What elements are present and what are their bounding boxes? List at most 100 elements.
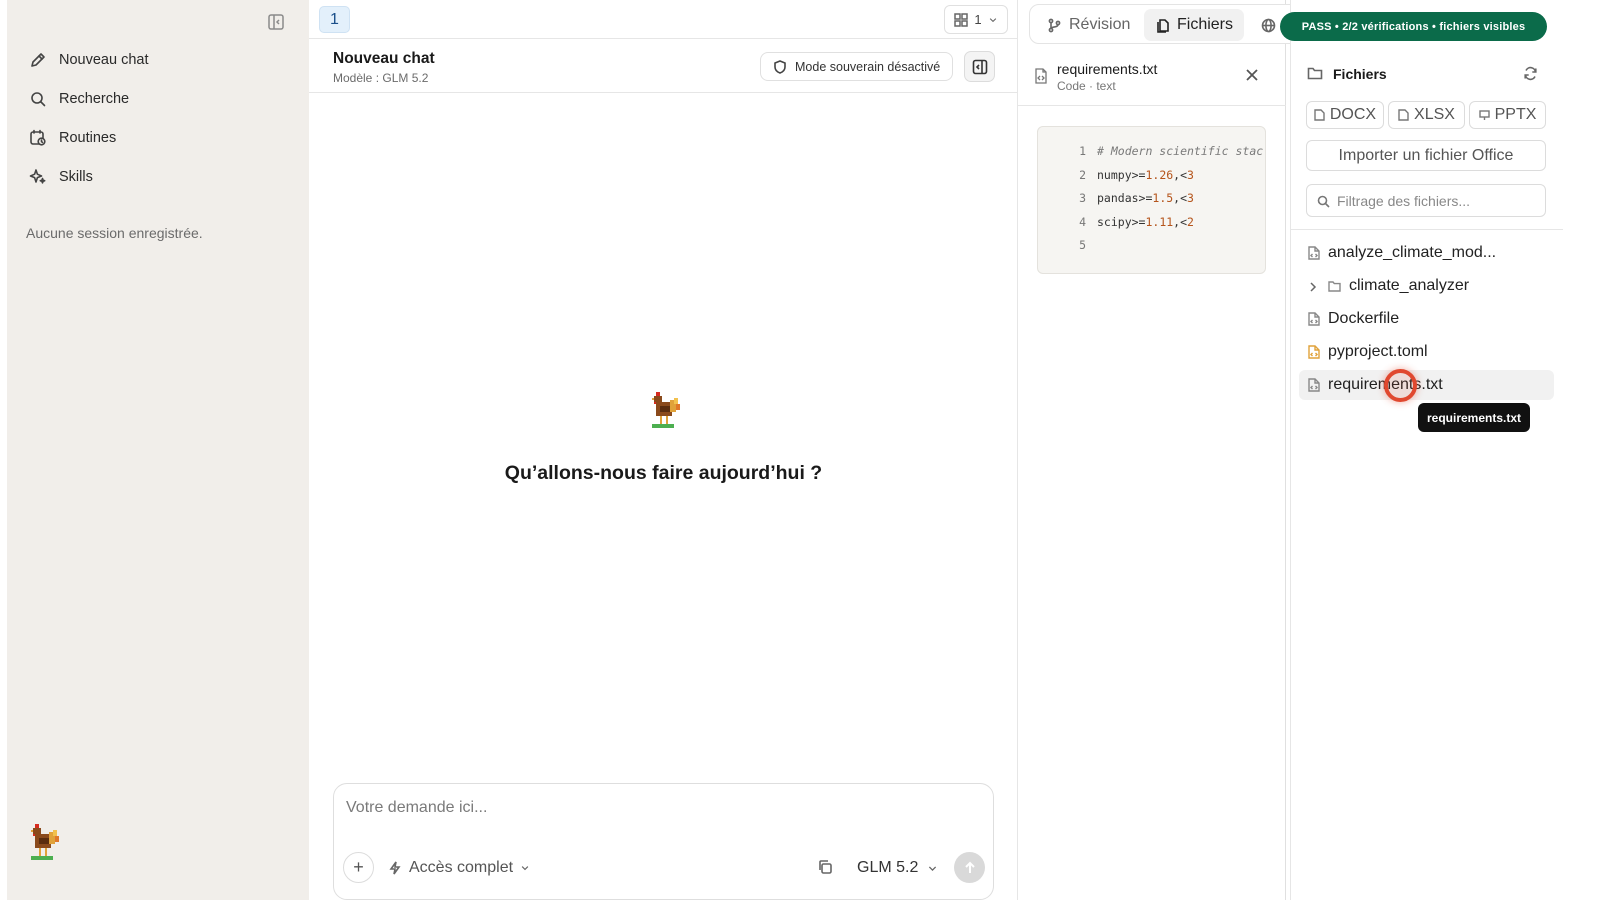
folder-icon (1328, 279, 1341, 293)
left-sidebar: Nouveau chat Recherche Routines Skills A… (7, 0, 309, 900)
sidebar-item-skills[interactable]: Skills (29, 162, 289, 192)
chevron-down-icon (989, 17, 996, 22)
tree-item-label: analyze_climate_mod... (1328, 244, 1497, 261)
chat-title: Nouveau chat (333, 50, 435, 67)
tree-item-label: pyproject.toml (1328, 343, 1428, 360)
files-title: Fichiers (1333, 66, 1387, 82)
refresh-icon[interactable] (1523, 66, 1538, 81)
chat-header: Nouveau chat Modèle : GLM 5.2 Mode souve… (309, 39, 1018, 93)
sidebar-item-search[interactable]: Recherche (29, 84, 289, 114)
line-number: 5 (1079, 238, 1086, 252)
format-label: XLSX (1414, 106, 1455, 123)
model-select-label: GLM 5.2 (857, 859, 919, 876)
code-file-icon (1034, 68, 1048, 84)
welcome-heading: Qu’allons-nous faire aujourd’hui ? (504, 462, 823, 484)
tree-file[interactable]: pyproject.toml (1299, 337, 1554, 367)
code-line: 5 (1038, 238, 1265, 258)
tree-folder[interactable]: climate_analyzer (1299, 271, 1554, 301)
format-label: DOCX (1329, 106, 1377, 123)
line-number: 4 (1079, 214, 1086, 229)
tree-file[interactable]: analyze_climate_mod... (1299, 238, 1554, 268)
layout-grid-select[interactable]: 1 (944, 5, 1008, 34)
sidebar-item-label: Recherche (59, 91, 130, 107)
code-line: 2 numpy>=1.26,<3 (1038, 167, 1265, 188)
empty-sessions-text: Aucune session enregistrée. (26, 225, 203, 241)
calendar-clock-icon (30, 129, 46, 146)
tab-label: Révision (1069, 16, 1131, 33)
line-number: 1 (1079, 144, 1086, 158)
import-office-file-button[interactable]: Importer un fichier Office (1306, 140, 1546, 171)
tab-files[interactable]: Fichiers (1144, 9, 1245, 41)
sidebar-item-label: Nouveau chat (59, 52, 149, 68)
rooster-logo-icon (644, 390, 684, 434)
globe-icon (1261, 18, 1276, 32)
sidebar-item-label: Routines (59, 130, 117, 146)
cursor-indicator (1384, 369, 1417, 402)
code-text: scipy>=1.11,<2 (1097, 214, 1194, 229)
file-filter (1306, 184, 1546, 217)
access-mode-select[interactable]: Accès complet (388, 856, 530, 880)
chat-model-line: Modèle : GLM 5.2 (333, 71, 429, 85)
sidebar-item-label: Skills (59, 169, 93, 185)
chat-tab-bar: 1 1 (309, 0, 1018, 39)
arrow-up-icon (964, 861, 975, 873)
file-icon (1308, 378, 1320, 392)
chevron-down-icon (521, 866, 529, 871)
document-icon (1314, 109, 1325, 121)
close-icon[interactable] (1246, 68, 1262, 84)
code-text: pandas>=1.5,<3 (1097, 191, 1194, 205)
line-number: 3 (1079, 191, 1086, 205)
files-icon (1157, 18, 1169, 33)
collapse-sidebar-icon[interactable] (267, 13, 285, 31)
send-button[interactable] (954, 852, 985, 883)
model-select[interactable]: GLM 5.2 (857, 856, 938, 880)
search-icon (1317, 195, 1330, 208)
code-line: 1 # Modern scientific stac (1038, 144, 1265, 164)
divider (1291, 229, 1563, 230)
file-filter-input[interactable] (1337, 192, 1537, 210)
tab-revision[interactable]: Révision (1036, 9, 1141, 41)
git-branch-icon (1048, 18, 1061, 32)
format-docx-button[interactable]: DOCX (1306, 101, 1384, 129)
presentation-icon (1478, 110, 1490, 120)
copy-icon[interactable] (817, 859, 833, 875)
status-badge: PASS • 2/2 vérifications • fichiers visi… (1280, 12, 1547, 41)
rooster-logo-icon[interactable] (23, 822, 63, 866)
file-tooltip: requirements.txt (1418, 403, 1531, 432)
pencil-icon (31, 53, 45, 67)
sovereign-mode-label: Mode souverain désactivé (795, 59, 941, 74)
format-label: PPTX (1494, 106, 1537, 123)
panel-icon (972, 59, 987, 74)
search-icon (31, 92, 46, 107)
format-pptx-button[interactable]: PPTX (1469, 101, 1546, 129)
line-number: 2 (1079, 167, 1086, 182)
tree-file[interactable]: Dockerfile (1299, 304, 1554, 334)
tree-item-label: climate_analyzer (1349, 277, 1470, 294)
grid-count: 1 (974, 12, 982, 27)
preview-file-name: requirements.txt (1057, 61, 1158, 77)
chat-tab-1[interactable]: 1 (319, 6, 350, 33)
toggle-side-panel-button[interactable] (964, 51, 995, 82)
document-icon (1398, 109, 1409, 121)
file-icon (1308, 345, 1320, 359)
sidebar-item-new-chat[interactable]: Nouveau chat (29, 45, 289, 75)
lightning-icon (389, 861, 401, 875)
files-panel: Fichiers DOCX XLSX PPTX Importer un fich… (1290, 0, 1563, 900)
file-preview-panel: requirements.txt Code · text 1 # Modern s… (1018, 0, 1286, 900)
format-xlsx-button[interactable]: XLSX (1388, 101, 1465, 129)
sparkle-icon (29, 169, 46, 184)
chevron-right-icon[interactable] (1308, 280, 1318, 292)
add-attachment-button[interactable]: + (343, 852, 374, 883)
code-viewer[interactable]: 1 # Modern scientific stac 2 numpy>=1.26,<3… (1037, 126, 1266, 274)
code-line: 3 pandas>=1.5,<3 (1038, 191, 1265, 211)
sovereign-mode-button[interactable]: Mode souverain désactivé (760, 52, 954, 81)
file-icon (1308, 246, 1320, 260)
preview-file-meta: Code · text (1057, 79, 1116, 93)
file-icon (1308, 312, 1320, 326)
code-text: # Modern scientific stac (1097, 144, 1264, 158)
tree-file[interactable]: requirements.txt (1299, 370, 1554, 400)
grid-icon (954, 12, 969, 27)
sidebar-item-routines[interactable]: Routines (29, 123, 289, 153)
chevron-down-icon (929, 865, 937, 871)
message-input[interactable] (346, 796, 976, 820)
